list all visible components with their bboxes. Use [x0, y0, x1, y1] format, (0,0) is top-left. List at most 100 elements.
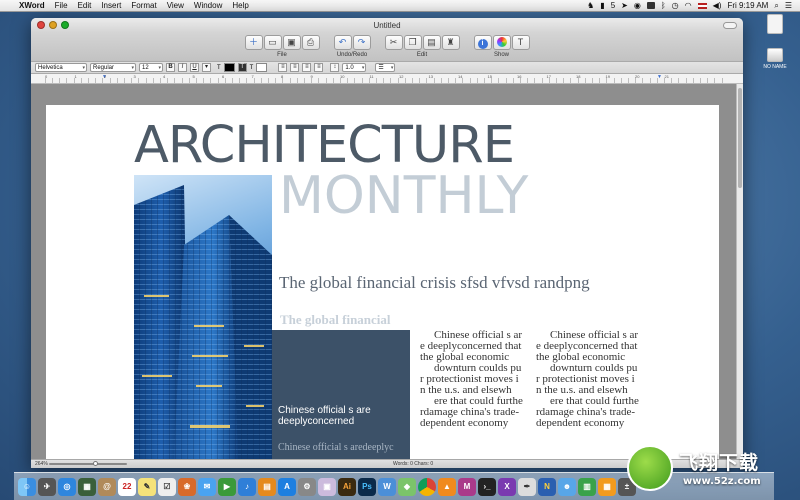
new-document-button[interactable]: ＋ — [244, 35, 263, 50]
status-send-icon[interactable]: ➤ — [621, 1, 628, 10]
redo-button[interactable]: ↷ — [352, 35, 371, 50]
font-style-select[interactable]: Regular — [90, 63, 136, 72]
dock-numbers-icon[interactable]: ▥ — [578, 477, 596, 496]
status-sync-icon[interactable]: ◉ — [634, 1, 641, 10]
zoom-slider-knob[interactable] — [93, 461, 98, 466]
dock-finder-2-icon[interactable]: ☻ — [558, 477, 576, 496]
align-right-button[interactable]: ≡ — [302, 63, 312, 72]
dock-maps-icon[interactable]: ◆ — [398, 477, 416, 496]
dock-app-store-icon[interactable]: A — [278, 477, 296, 496]
menu-file[interactable]: File — [50, 1, 73, 10]
dock-messages-icon[interactable]: ✉ — [198, 477, 216, 496]
highlight-glyph-button[interactable]: T — [237, 63, 247, 72]
dock-launchpad-icon[interactable]: ✈ — [38, 477, 56, 496]
status-time[interactable]: Fri 9:19 AM — [727, 1, 768, 10]
zoom-slider[interactable] — [49, 463, 127, 465]
dock-chrome-icon[interactable] — [418, 477, 436, 496]
desktop-document-icon[interactable] — [752, 14, 798, 36]
status-volume-icon[interactable]: ▮ — [600, 1, 604, 10]
dock-safari-icon[interactable]: ◎ — [58, 477, 76, 496]
menu-app-name[interactable]: XWord — [14, 1, 50, 10]
minimize-button[interactable] — [49, 21, 57, 29]
status-app-icon[interactable]: ♞ — [587, 1, 594, 10]
skyscraper-photo[interactable] — [134, 175, 272, 459]
dock-finder-icon[interactable]: ☺ — [18, 477, 36, 496]
right-margin-marker[interactable]: ▼ — [657, 74, 662, 80]
dock-motion-icon[interactable]: M — [458, 477, 476, 496]
close-button[interactable] — [37, 21, 45, 29]
status-clock-icon[interactable]: ◷ — [672, 1, 679, 10]
dock-ibooks-icon[interactable]: ▤ — [258, 477, 276, 496]
menu-view[interactable]: View — [162, 1, 189, 10]
status-box-icon[interactable] — [646, 2, 655, 9]
window-titlebar[interactable]: Untitled — [31, 18, 743, 33]
open-button[interactable]: ▭ — [263, 35, 282, 50]
dock-facetime-icon[interactable]: ▶ — [218, 477, 236, 496]
dock-vlc-icon[interactable]: ▲ — [438, 477, 456, 496]
dock-terminal-icon[interactable]: ›_ — [478, 477, 496, 496]
status-wifi-icon[interactable]: ◠ — [685, 1, 692, 10]
font-size-select[interactable]: 12 — [139, 63, 163, 72]
menu-format[interactable]: Format — [126, 1, 161, 10]
underline-options-button[interactable]: ▾ — [202, 63, 211, 72]
menu-insert[interactable]: Insert — [96, 1, 126, 10]
menu-window[interactable]: Window — [189, 1, 227, 10]
align-left-button[interactable]: ≡ — [278, 63, 288, 72]
print-button[interactable]: ⎙ — [301, 35, 320, 50]
dock-photoshop-icon[interactable]: Ps — [358, 477, 376, 496]
dock-xword-icon[interactable]: W — [378, 477, 396, 496]
vertical-scrollbar[interactable] — [736, 84, 743, 459]
dock-quill-icon[interactable]: ✒ — [518, 477, 536, 496]
ruler[interactable]: ▼ ▼ 0 1 2 3 4 5 6 7 8 9 10 11 12 13 14 15 16 17 18 19 20 21 — [31, 74, 743, 84]
save-button[interactable]: ▣ — [282, 35, 301, 50]
dock-reminders-icon[interactable]: ☑ — [158, 477, 176, 496]
line-spacing-icon-button[interactable]: ↕ — [330, 63, 340, 72]
dock-itunes-icon[interactable]: ♪ — [238, 477, 256, 496]
fonts-button[interactable]: T — [511, 35, 530, 50]
cut-button[interactable]: ✂ — [384, 35, 403, 50]
column-paragraph: downturn coulds pur protectionist moves … — [536, 362, 638, 396]
dock-preview-icon[interactable]: ▣ — [318, 477, 336, 496]
dock-photo-icon[interactable]: ❀ — [178, 477, 196, 496]
dock-calendar-icon[interactable]: 22 — [118, 477, 136, 496]
dock-maven-icon[interactable]: N — [538, 477, 556, 496]
status-bluetooth-icon[interactable]: ᛒ — [661, 1, 666, 10]
menu-edit[interactable]: Edit — [73, 1, 97, 10]
text-color-swatch[interactable] — [223, 63, 235, 72]
dock-illustrator-icon[interactable]: Ai — [338, 477, 356, 496]
bold-button[interactable]: B — [166, 63, 175, 72]
column-paragraph: downturn coulds pur protectionist moves … — [420, 362, 522, 396]
underline-button[interactable]: U — [190, 63, 199, 72]
copy-button[interactable]: ❐ — [403, 35, 422, 50]
toolbar-toggle-button[interactable] — [723, 22, 737, 29]
format-painter-button[interactable]: ♜ — [441, 35, 460, 50]
zoom-level[interactable]: 264% — [35, 461, 48, 467]
menu-help[interactable]: Help — [227, 1, 253, 10]
align-justify-button[interactable]: ≡ — [314, 63, 324, 72]
dock-contacts-icon[interactable]: @ — [98, 477, 116, 496]
dock-xtranslate-icon[interactable]: X — [498, 477, 516, 496]
status-count[interactable]: 5 — [611, 1, 615, 10]
paste-button[interactable]: ▤ — [422, 35, 441, 50]
dock-system-preferences-icon[interactable]: ⚙ — [298, 477, 316, 496]
dock-notes-icon[interactable]: ✎ — [138, 477, 156, 496]
spotlight-search-icon[interactable]: ⌕ — [774, 1, 778, 11]
background-color-swatch[interactable] — [256, 63, 268, 72]
italic-button[interactable]: I — [178, 63, 187, 72]
colors-button[interactable] — [492, 35, 511, 50]
status-input-flag-icon[interactable] — [697, 2, 707, 9]
list-style-select[interactable]: ☰ — [375, 63, 396, 72]
notification-center-icon[interactable]: ☰ — [785, 1, 792, 10]
dock-pages-icon[interactable]: ▦ — [598, 477, 616, 496]
font-family-select[interactable]: Helvetica — [35, 63, 87, 72]
scrollbar-thumb[interactable] — [738, 88, 742, 188]
dock-mission-control-icon[interactable]: ▦ — [78, 477, 96, 496]
document-page[interactable]: ARCHITECTURE MONTHLY The global financia… — [46, 105, 719, 459]
info-button[interactable]: i — [473, 35, 492, 50]
undo-button[interactable]: ↶ — [333, 35, 352, 50]
align-center-button[interactable]: ≡ — [290, 63, 300, 72]
line-spacing-select[interactable]: 1.0 — [342, 63, 367, 72]
status-speaker-icon[interactable]: ◀) — [713, 1, 722, 10]
zoom-button[interactable] — [61, 21, 69, 29]
desktop-drive[interactable]: NO NAME — [752, 48, 798, 70]
